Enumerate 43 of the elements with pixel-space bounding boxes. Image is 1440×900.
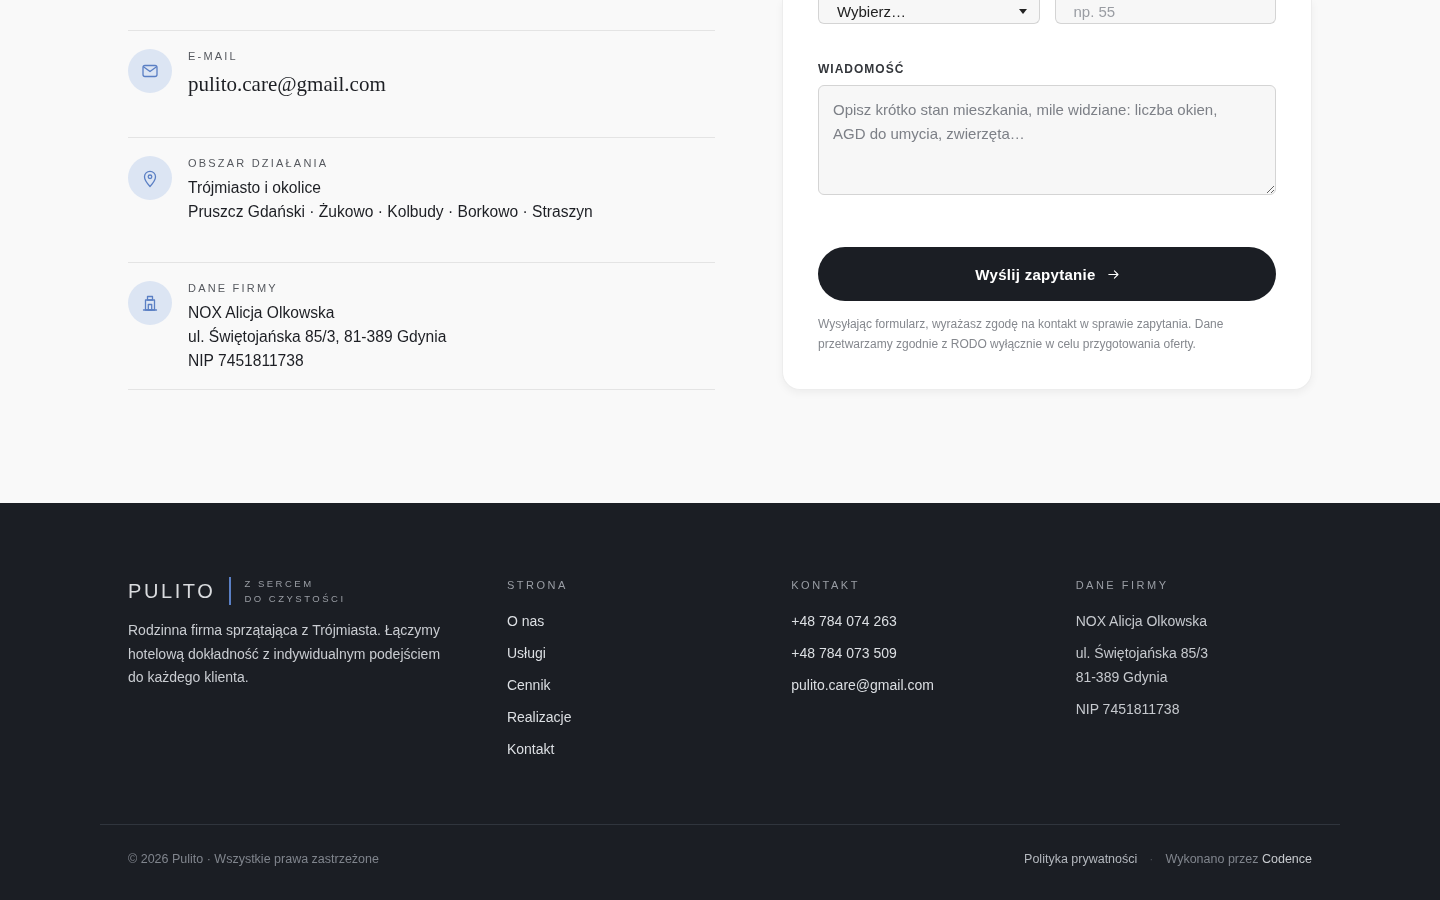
copyright-text: © 2026 Pulito · Wszystkie prawa zastrzeżone [128, 851, 379, 868]
message-field[interactable]: Opisz krótko stan mieszkania, mile widziane: liczba okien, AGD do umycia, zwierzęta… [818, 85, 1276, 195]
contact-text: NOX Alicja Olkowska [188, 303, 335, 323]
consent-text: Wysyłając formularz, wyrażasz zgodę na kontakt w sprawie zapytania. Dane przetwarzamy zgodnie z RODO wyłącznie w celu przygotowania oferty. [818, 316, 1225, 353]
submit-button[interactable]: Wyślij zapytanie [818, 247, 1276, 301]
footer-link[interactable]: O nas [506, 609, 545, 633]
separator-text: · [1149, 851, 1154, 868]
column-heading: STRONA [506, 578, 569, 593]
tagline-text: DO CZYSTOŚCI [244, 592, 346, 606]
email-link[interactable]: pulito.care@gmail.com [188, 69, 386, 99]
caret-down-icon [1018, 9, 1027, 14]
contact-label: DANE FIRMY [188, 281, 278, 295]
field-label: WIADOMOŚĆ [818, 62, 906, 76]
footer-link[interactable]: Realizacje [506, 705, 572, 729]
contact-text: NIP 7451811738 [188, 351, 304, 371]
credit-link[interactable]: Codence [1261, 852, 1312, 866]
map-pin-icon [128, 156, 172, 200]
contact-text: ul. Świętojańska 85/3, 81-389 Gdynia [188, 326, 447, 347]
input-field[interactable]: np. 55 [1054, 0, 1276, 24]
footer-link[interactable]: +48 784 074 263 [791, 609, 897, 633]
footer-link[interactable]: Usługi [506, 641, 546, 665]
footer-text: ul. Świętojańska 85/3 81-389 Gdynia [1075, 643, 1208, 687]
policy-link[interactable]: Polityka prywatności [1024, 850, 1138, 868]
column-heading: KONTAKT [791, 578, 861, 593]
building-icon [128, 281, 172, 325]
footer-link[interactable]: Cennik [506, 673, 551, 697]
contact-text: Trójmiasto i okolice [188, 178, 321, 198]
contact-text: Pruszcz Gdański · Żukowo · Kolbudy · Borkowo · Straszyn [188, 202, 593, 222]
credit-text: Wykonano przez Codence [1165, 851, 1312, 868]
contact-label: OBSZAR DZIAŁANIA [188, 156, 329, 170]
footer-link[interactable]: Kontakt [506, 737, 555, 761]
brand-description: Rodzinna firma sprzątająca z Trójmiasta. Łączymy hotelową dokładność z indywidualnym podejściem do każdego klienta. [128, 621, 442, 687]
footer-text: NOX Alicja Olkowska [1075, 612, 1208, 631]
envelope-icon [128, 49, 172, 93]
footer-link[interactable]: +48 784 073 509 [791, 641, 897, 665]
footer-link[interactable]: pulito.care@gmail.com [791, 673, 934, 697]
select-field[interactable]: Wybierz… [818, 0, 1040, 24]
column-heading: DANE FIRMY [1075, 578, 1170, 593]
tagline-text: Z SERCEM [244, 577, 314, 591]
contact-label: E-MAIL [188, 49, 238, 63]
footer-text: NIP 7451811738 [1075, 700, 1180, 719]
logo-text[interactable]: PULITO [128, 577, 216, 605]
arrow-right-icon [1107, 269, 1119, 279]
